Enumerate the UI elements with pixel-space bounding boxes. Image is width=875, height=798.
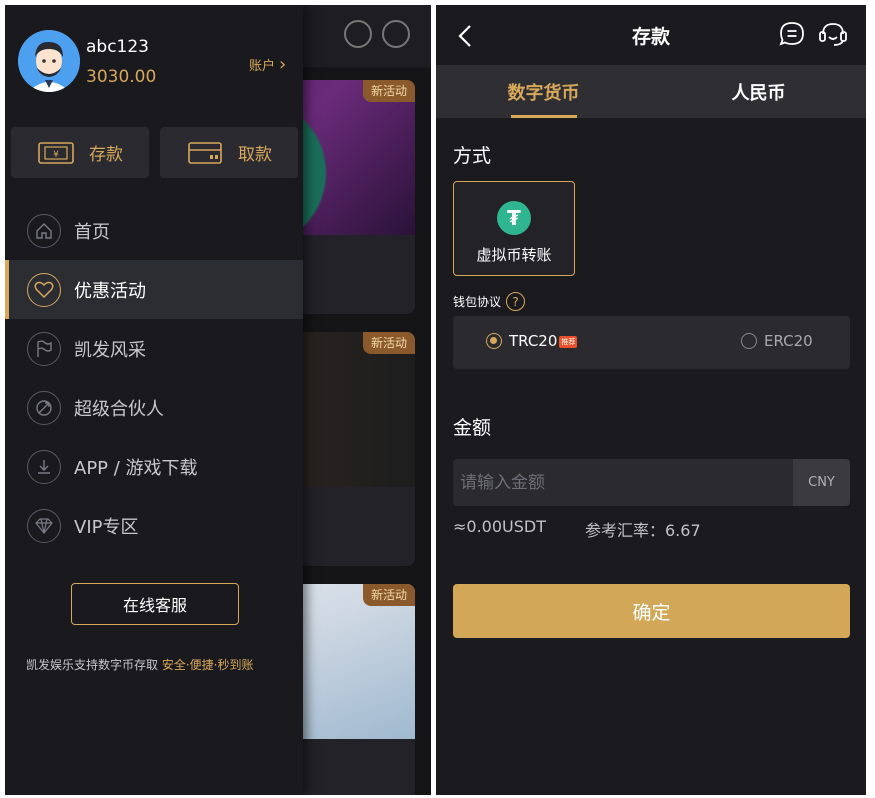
- menu-item-label: 首页: [74, 221, 110, 243]
- new-activity-badge: 新活动: [363, 584, 415, 606]
- account-link-label: 账户: [249, 59, 276, 74]
- svg-text:¥: ¥: [53, 150, 59, 160]
- flag-icon: [27, 331, 61, 366]
- new-activity-badge: 新活动: [363, 80, 415, 102]
- footer-note-text: 凯发娱乐支持数字币存取: [26, 658, 162, 672]
- online-service-button[interactable]: 在线客服: [71, 583, 239, 625]
- currency-tabs: 数字货币 人民币: [436, 65, 866, 118]
- message-icon[interactable]: [344, 20, 372, 48]
- method-section-label: 方式: [453, 145, 492, 167]
- new-activity-badge: 新活动: [363, 332, 415, 354]
- menu-item-label: 凯发风采: [74, 339, 146, 361]
- menu-item-download[interactable]: APP / 游戏下载: [5, 437, 303, 496]
- wallet-protocol-label: 钱包协议 ?: [453, 292, 526, 311]
- right-phone-screen: 存款 数字货币 人民币 方式 ₮ 虚拟币转账 钱包协议 ? TRC20 推荐 E…: [436, 5, 866, 795]
- converted-amount: ≈0.00USDT: [453, 517, 546, 536]
- recommended-badge: 推荐: [559, 336, 578, 348]
- protocol-option-erc20[interactable]: ERC20: [741, 332, 813, 350]
- protocol-option-label: ERC20: [764, 332, 813, 350]
- exchange-rate: 参考汇率：6.67: [585, 521, 701, 540]
- username: abc123: [86, 37, 150, 57]
- menu-item-home[interactable]: 首页: [5, 201, 303, 260]
- screenshot-stage: 新活动 新活动 新活动 abc123 3030.00 账户 › ¥ 存款 取款 …: [0, 0, 875, 798]
- card-icon: [188, 141, 222, 164]
- message-icon[interactable]: [778, 20, 806, 48]
- confirm-button[interactable]: 确定: [453, 584, 850, 638]
- protocol-options: TRC20 推荐 ERC20: [453, 316, 850, 369]
- menu-item-vip[interactable]: VIP专区: [5, 496, 303, 555]
- deposit-button-label: 存款: [89, 145, 123, 165]
- menu-item-label: 优惠活动: [74, 280, 146, 302]
- tab-rmb[interactable]: 人民币: [651, 65, 866, 118]
- usdt-tether-icon: ₮: [497, 201, 531, 235]
- amount-field-group: CNY: [453, 459, 850, 506]
- menu-item-partner[interactable]: 超级合伙人: [5, 378, 303, 437]
- cash-icon: ¥: [38, 141, 74, 164]
- deposit-button[interactable]: ¥ 存款: [11, 127, 149, 178]
- footer-note-highlight: 安全·便捷·秒到账: [161, 658, 254, 672]
- customer-service-icon[interactable]: [817, 20, 849, 48]
- deposit-header: 存款: [436, 5, 866, 65]
- protocol-option-trc20[interactable]: TRC20 推荐: [486, 332, 578, 350]
- account-balance: 3030.00: [86, 67, 157, 87]
- currency-suffix: CNY: [793, 459, 850, 506]
- amount-input[interactable]: [453, 459, 793, 506]
- method-card-label: 虚拟币转账: [476, 246, 552, 264]
- partner-icon: [27, 390, 61, 425]
- diamond-icon: [27, 508, 61, 543]
- heart-icon: [27, 272, 61, 307]
- drawer-menu: 首页 优惠活动 凯发风采 超级合伙人 APP / 游戏下载 VIP专区: [5, 201, 303, 555]
- home-icon: [27, 213, 61, 248]
- amount-section-label: 金额: [453, 417, 492, 439]
- wallet-protocol-text: 钱包协议: [453, 295, 502, 309]
- left-phone-screen: 新活动 新活动 新活动 abc123 3030.00 账户 › ¥ 存款 取款 …: [5, 5, 431, 795]
- radio-unchecked-icon: [741, 333, 757, 349]
- menu-item-promotions[interactable]: 优惠活动: [5, 260, 303, 319]
- menu-item-label: 超级合伙人: [74, 398, 164, 420]
- menu-item-label: APP / 游戏下载: [74, 457, 198, 479]
- menu-item-showcase[interactable]: 凯发风采: [5, 319, 303, 378]
- chevron-right-icon: ›: [279, 53, 287, 75]
- help-icon[interactable]: ?: [506, 292, 526, 311]
- avatar-illustration: [18, 30, 80, 92]
- avatar[interactable]: [18, 30, 80, 92]
- footer-note: 凯发娱乐支持数字币存取 安全·便捷·秒到账: [26, 656, 253, 673]
- protocol-option-label: TRC20: [509, 332, 558, 350]
- download-icon: [27, 449, 61, 484]
- tab-digital-currency[interactable]: 数字货币: [436, 65, 651, 118]
- withdraw-button-label: 取款: [238, 145, 272, 165]
- menu-item-label: VIP专区: [74, 516, 139, 538]
- radio-checked-icon: [486, 333, 502, 349]
- side-drawer: abc123 3030.00 账户 › ¥ 存款 取款 首页 优惠活动 凯发风采…: [5, 5, 303, 795]
- account-link[interactable]: 账户 ›: [249, 55, 286, 74]
- method-card-crypto-transfer[interactable]: ₮ 虚拟币转账: [453, 181, 575, 276]
- withdraw-button[interactable]: 取款: [160, 127, 298, 178]
- customer-service-icon[interactable]: [382, 20, 410, 48]
